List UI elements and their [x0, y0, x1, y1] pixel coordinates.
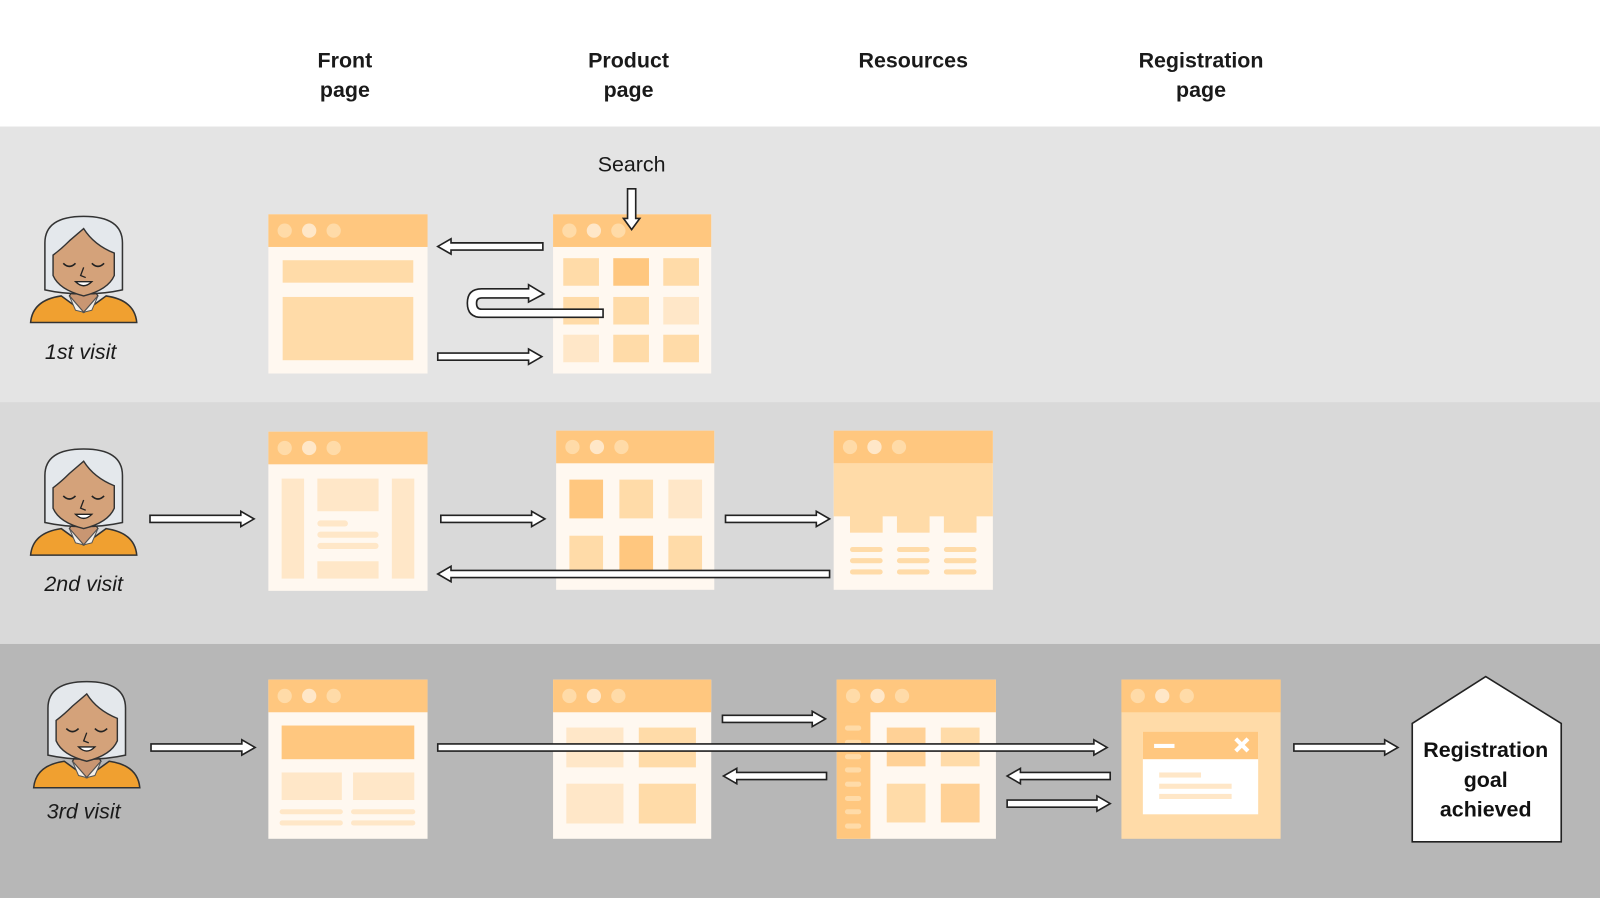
browser-window-product-page-1	[553, 214, 712, 374]
row-band-3	[0, 643, 1600, 898]
column-header-product-line1: Product	[588, 48, 669, 72]
browser-window-front-page-2	[268, 431, 428, 591]
row-band-1	[0, 126, 1600, 403]
visitor-2: 2nd visit	[29, 448, 138, 596]
column-header-resources: Resources	[859, 48, 969, 72]
goal-line1: Registration	[1423, 738, 1548, 762]
browser-window-product-page-2	[556, 430, 715, 590]
goal-line2: goal	[1464, 768, 1508, 792]
browser-window-resources-2	[833, 430, 993, 590]
browser-window-product-page-3	[553, 679, 712, 839]
search-annotation: Search	[598, 152, 666, 176]
browser-window-registration-3	[1121, 679, 1281, 839]
column-header-resources-line1: Resources	[859, 48, 969, 72]
column-header-registration-line1: Registration	[1139, 48, 1264, 72]
browser-window-front-page-3	[268, 679, 428, 839]
user-journey-diagram: Front page Product page Resources Regist…	[0, 0, 1600, 898]
visit-label-3: 3rd visit	[47, 799, 122, 823]
user-avatar-icon	[29, 448, 138, 556]
browser-window-front-page-1	[268, 214, 428, 374]
user-avatar-icon	[32, 680, 141, 789]
minimize-icon	[1154, 743, 1175, 748]
header-band	[0, 0, 1600, 127]
column-header-product-line2: page	[604, 78, 654, 102]
visit-label-2: 2nd visit	[43, 572, 124, 596]
visit-label-1: 1st visit	[45, 340, 117, 364]
column-header-registration-line2: page	[1176, 78, 1226, 102]
goal-line3: achieved	[1440, 797, 1532, 821]
column-header-front-line1: Front	[318, 48, 373, 72]
browser-window-resources-3	[836, 679, 996, 839]
column-header-front-line2: page	[320, 78, 370, 102]
user-avatar-icon	[29, 215, 138, 324]
